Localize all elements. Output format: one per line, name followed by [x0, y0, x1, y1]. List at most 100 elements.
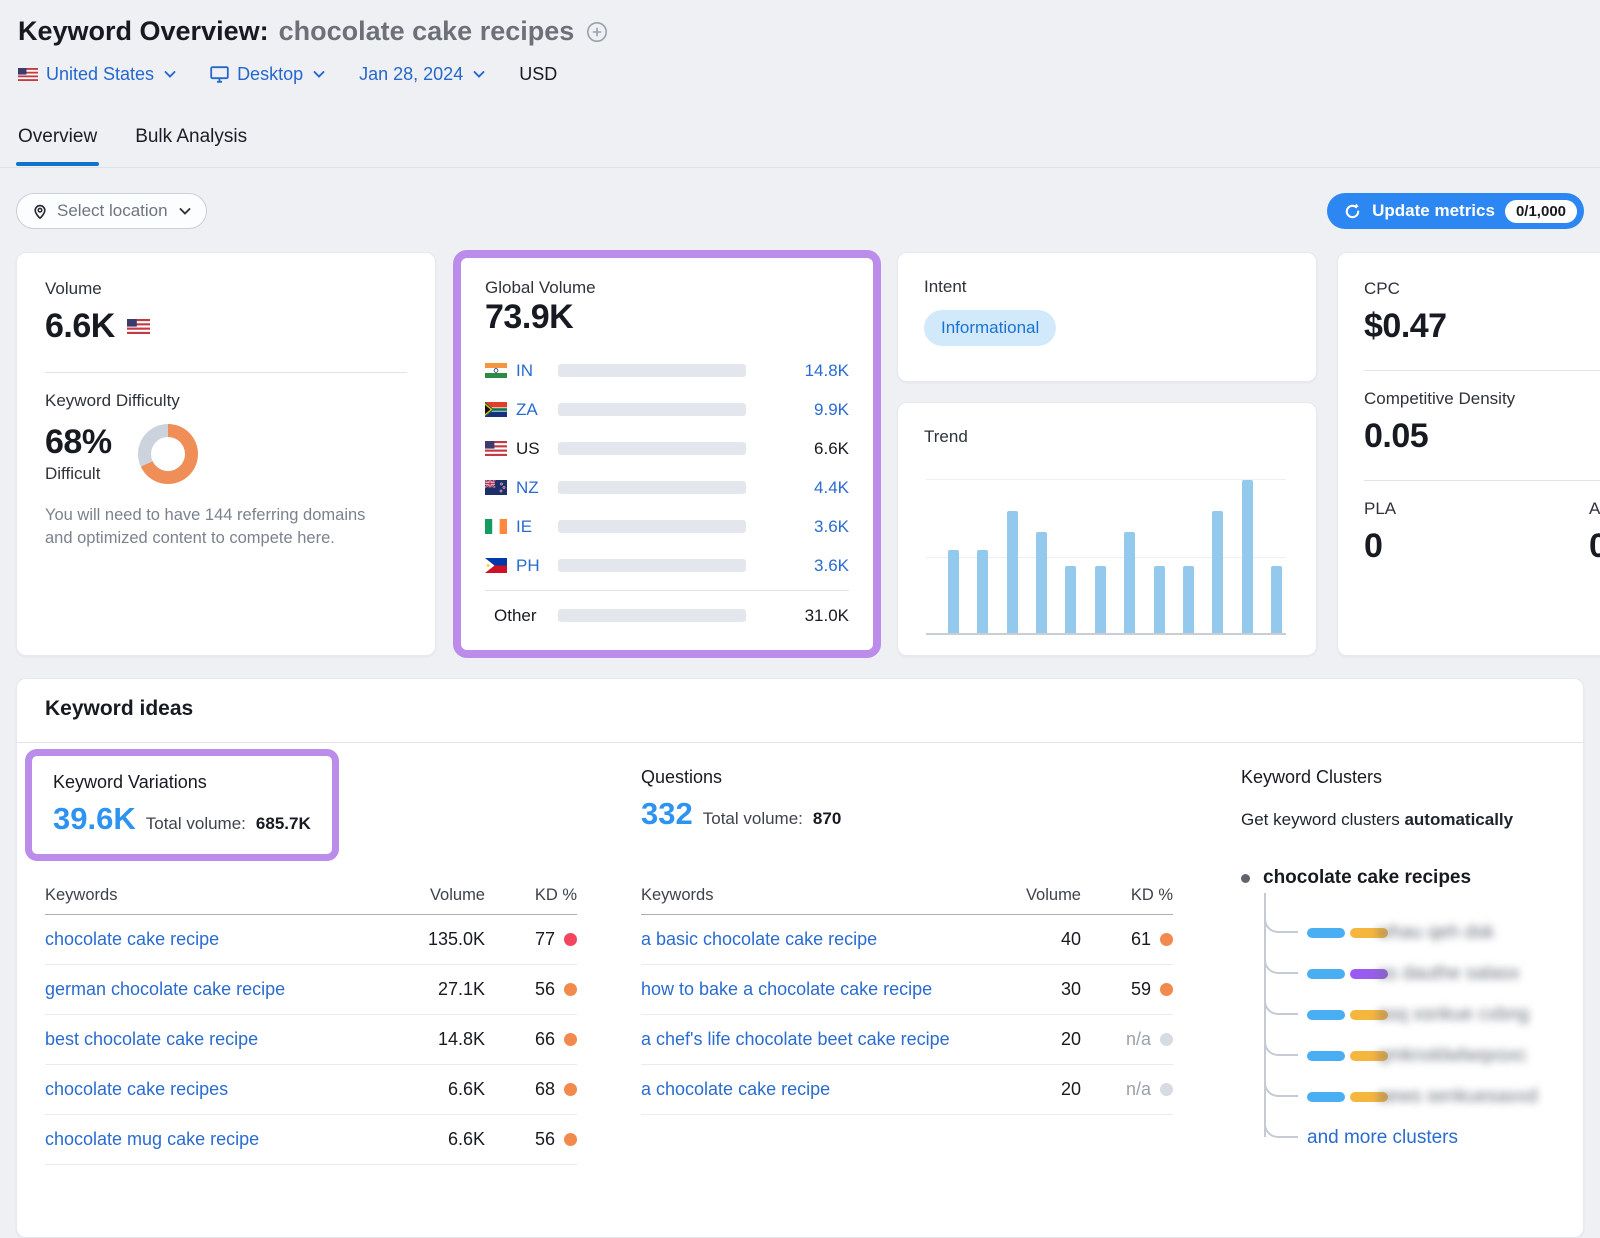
- country-volume-bar: [558, 364, 746, 377]
- cluster-pill-blue: [1307, 1051, 1345, 1061]
- country-row-ph: PH 3.6K: [485, 546, 849, 585]
- trend-bar: [1124, 532, 1135, 633]
- tabs-divider: [0, 167, 1600, 168]
- cluster-pills: [1307, 1051, 1388, 1061]
- keyword-clusters-header: Keyword Clusters Get keyword clusters au…: [1241, 767, 1513, 830]
- questions-table: Keywords Volume KD % a basic chocolate c…: [641, 877, 1173, 1115]
- country-volume-value: 4.4K: [814, 478, 849, 498]
- country-volume-bar: [558, 442, 746, 455]
- section-divider: [17, 742, 1583, 743]
- tree-elbow: [1264, 943, 1298, 974]
- device-filter-label: Desktop: [237, 64, 303, 85]
- total-volume-value: 870: [813, 809, 841, 829]
- keyword-clusters-tree: chocolate cake recipes whau qeh dsk as d…: [1241, 867, 1571, 889]
- global-volume-value: 73.9K: [485, 298, 849, 337]
- ads-block: Ads 0: [1589, 499, 1600, 566]
- location-filter[interactable]: United States: [18, 64, 176, 85]
- country-code-link[interactable]: PH: [516, 556, 558, 576]
- cluster-pill-blue: [1307, 1010, 1345, 1020]
- col-kd: KD %: [1081, 886, 1173, 905]
- pla-block: PLA 0: [1364, 499, 1600, 566]
- cluster-pills: [1307, 1092, 1388, 1102]
- keyword-variations-count[interactable]: 39.6K: [53, 801, 136, 837]
- select-location-button[interactable]: Select location: [16, 193, 207, 229]
- global-volume-country-list: IN 14.8K ZA 9.9K US 6.6K NZ 4.4K: [485, 351, 849, 635]
- col-kd: KD %: [485, 886, 577, 905]
- add-keyword-icon[interactable]: [586, 21, 608, 43]
- country-code-link[interactable]: IE: [516, 517, 558, 537]
- keyword-link[interactable]: a basic chocolate cake recipe: [641, 926, 959, 952]
- volume-label: Volume: [45, 279, 407, 299]
- col-volume: Volume: [971, 886, 1081, 905]
- intent-badge[interactable]: Informational: [924, 310, 1056, 346]
- trend-bar: [1271, 566, 1282, 633]
- keyword-link[interactable]: a chocolate cake recipe: [641, 1076, 959, 1102]
- questions-count[interactable]: 332: [641, 796, 693, 832]
- us-flag-icon: [127, 319, 150, 334]
- keyword-ideas-card: Keyword ideas Keyword Variations 39.6K T…: [16, 678, 1584, 1238]
- keyword-link[interactable]: best chocolate cake recipe: [45, 1026, 363, 1052]
- intent-label: Intent: [924, 277, 1290, 297]
- total-volume-value: 685.7K: [256, 814, 311, 834]
- trend-bar: [1065, 566, 1076, 633]
- filter-bar: United States Desktop Jan 28, 2024 USD: [18, 64, 557, 85]
- country-row-ie: IE 3.6K: [485, 507, 849, 546]
- keyword-link[interactable]: how to bake a chocolate cake recipe: [641, 976, 959, 1002]
- keyword-difficulty-note: You will need to have 144 referring doma…: [45, 504, 395, 550]
- update-metrics-label: Update metrics: [1372, 201, 1495, 221]
- currency-label: USD: [519, 64, 557, 85]
- date-filter[interactable]: Jan 28, 2024: [359, 64, 485, 85]
- cluster-root-label: chocolate cake recipes: [1263, 867, 1471, 889]
- keyword-link[interactable]: chocolate cake recipe: [45, 926, 363, 952]
- keyword-link[interactable]: german chocolate cake recipe: [45, 976, 363, 1002]
- keyword-link[interactable]: chocolate cake recipes: [45, 1076, 363, 1102]
- volume-cell: 30: [971, 979, 1081, 1000]
- total-volume-label: Total volume:: [146, 814, 246, 834]
- country-row-in: IN 14.8K: [485, 351, 849, 390]
- cluster-pills: [1307, 969, 1388, 979]
- device-filter[interactable]: Desktop: [210, 64, 325, 85]
- card-divider: [1364, 480, 1600, 481]
- col-keywords: Keywords: [641, 886, 971, 905]
- volume-cell: 20: [971, 1029, 1081, 1050]
- page-title: Keyword Overview: chocolate cake recipes: [18, 16, 608, 47]
- trend-bar: [1095, 566, 1106, 633]
- cluster-keyword-blurred: qmknxklwlwqxsxc: [1377, 1045, 1527, 1067]
- chevron-down-icon: [164, 71, 176, 78]
- trend-card: Trend: [897, 402, 1317, 656]
- country-code-link[interactable]: ZA: [516, 400, 558, 420]
- update-metrics-button[interactable]: Update metrics 0/1,000: [1327, 193, 1584, 229]
- chevron-down-icon: [473, 71, 485, 78]
- more-clusters-link[interactable]: and more clusters: [1307, 1127, 1458, 1149]
- ads-value: 0: [1589, 527, 1600, 566]
- keyword-link[interactable]: chocolate mug cake recipe: [45, 1126, 363, 1152]
- tab-bar: Overview Bulk Analysis: [18, 126, 247, 166]
- table-row: german chocolate cake recipe 27.1K 56: [45, 965, 577, 1015]
- country-volume-bar: [558, 481, 746, 494]
- global-volume-label: Global Volume: [485, 278, 849, 298]
- trend-bar: [977, 550, 988, 633]
- kd-cell: 61: [1081, 929, 1173, 950]
- cluster-pill-blue: [1307, 928, 1345, 938]
- country-code-link[interactable]: IN: [516, 361, 558, 381]
- col-keywords: Keywords: [45, 886, 375, 905]
- cluster-pills: [1307, 928, 1388, 938]
- south-africa-flag-icon: [485, 402, 507, 417]
- volume-cell: 6.6K: [375, 1129, 485, 1150]
- kd-cell: 56: [485, 979, 577, 1000]
- keyword-link[interactable]: a chef's life chocolate beet cake recipe: [641, 1026, 959, 1052]
- volume-card: Volume 6.6K Keyword Difficulty 68% Diffi…: [16, 252, 436, 656]
- country-code-link[interactable]: NZ: [516, 478, 558, 498]
- questions-title: Questions: [641, 767, 841, 788]
- trend-bar: [1036, 532, 1047, 633]
- keyword-difficulty-label: Keyword Difficulty: [45, 391, 407, 411]
- tab-overview[interactable]: Overview: [18, 126, 97, 166]
- country-volume-value: 31.0K: [805, 606, 849, 626]
- kd-dot: [1160, 983, 1173, 996]
- kd-cell: n/a: [1081, 1079, 1173, 1100]
- refresh-icon: [1343, 202, 1362, 221]
- tree-elbow: [1264, 1066, 1298, 1097]
- country-volume-value: 3.6K: [814, 517, 849, 537]
- tab-bulk-analysis[interactable]: Bulk Analysis: [135, 126, 247, 166]
- trend-chart: [926, 479, 1286, 633]
